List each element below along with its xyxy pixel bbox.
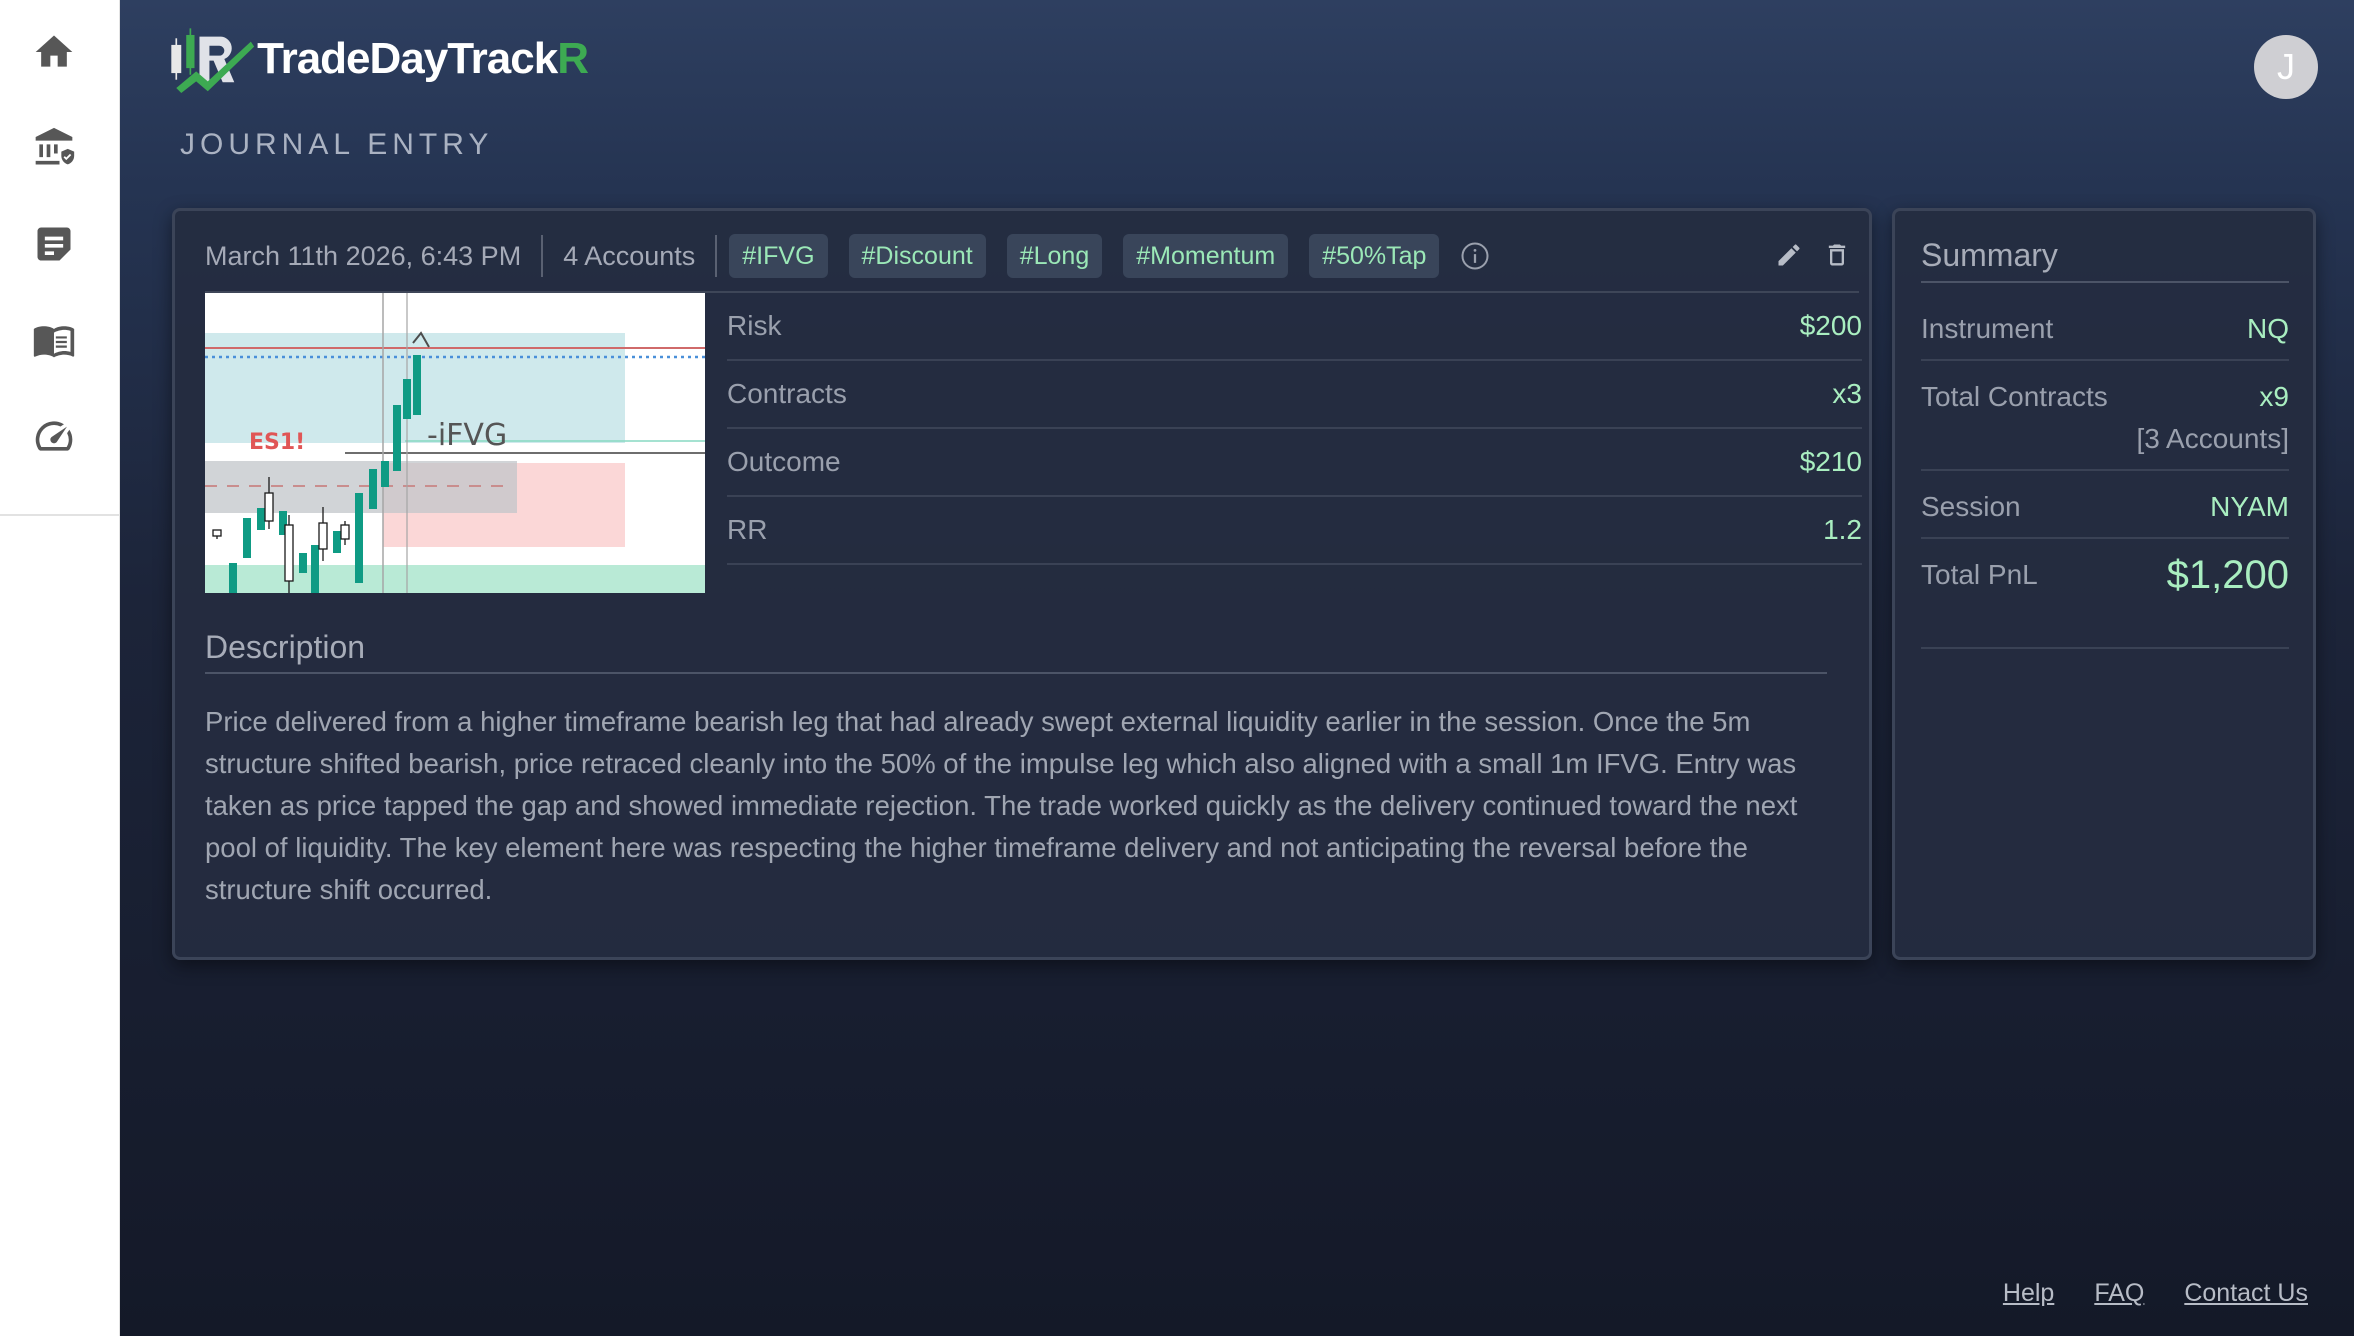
sidebar-nav bbox=[0, 0, 119, 516]
tag-list: #IFVG #Discount #Long #Momentum #50%Tap bbox=[729, 234, 1460, 278]
summary-label: Total PnL bbox=[1921, 559, 2038, 590]
metric-value: $210 bbox=[1799, 446, 1862, 477]
description-text: Price delivered from a higher timeframe … bbox=[205, 706, 1798, 905]
metric-value: $200 bbox=[1799, 310, 1862, 341]
metric-label: Risk bbox=[727, 310, 782, 341]
summary-value: x9 bbox=[2259, 381, 2289, 412]
summary-subvalue: [3 Accounts] bbox=[2136, 423, 2289, 454]
faq-link[interactable]: FAQ bbox=[2094, 1279, 2144, 1308]
summary-rows: Instrument NQ Total Contracts x9 [3 Acco… bbox=[1921, 293, 2289, 649]
metric-row-outcome: Outcome $210 bbox=[727, 429, 1862, 497]
tag-chip[interactable]: #IFVG bbox=[729, 234, 828, 278]
trade-screenshot[interactable]: ES1! -iFVG bbox=[205, 293, 705, 593]
delete-button[interactable] bbox=[1819, 237, 1855, 273]
notes-icon bbox=[37, 227, 71, 261]
book-icon bbox=[33, 326, 75, 358]
journal-entry-card: March 11th 2026, 6:43 PM 4 Accounts #IFV… bbox=[172, 208, 1872, 960]
pencil-icon bbox=[1778, 244, 1800, 266]
description-divider bbox=[205, 672, 1827, 674]
metric-row-risk: Risk $200 bbox=[727, 293, 1862, 361]
metric-label: Contracts bbox=[727, 378, 847, 409]
metric-value: x3 bbox=[1832, 378, 1862, 409]
chart-ifvg-label: -iFVG bbox=[427, 418, 507, 453]
metric-value: 1.2 bbox=[1823, 514, 1862, 545]
metric-row-contracts: Contracts x3 bbox=[727, 361, 1862, 429]
logo-mark-icon bbox=[171, 28, 255, 93]
page-title: JOURNAL ENTRY bbox=[180, 128, 494, 161]
tag-chip[interactable]: #Discount bbox=[848, 234, 986, 278]
summary-row-session: Session NYAM bbox=[1921, 471, 2289, 539]
avatar[interactable]: J bbox=[2254, 35, 2318, 99]
summary-row-contracts: Total Contracts x9 [3 Accounts] bbox=[1921, 361, 2289, 471]
summary-label: Total Contracts bbox=[1921, 381, 2108, 412]
home-icon bbox=[35, 35, 73, 67]
tag-chip[interactable]: #Momentum bbox=[1123, 234, 1289, 278]
edit-button[interactable] bbox=[1771, 237, 1807, 273]
speedometer-icon bbox=[35, 421, 73, 451]
sidebar-item-home[interactable] bbox=[24, 22, 84, 82]
footer-links: Help FAQ Contact Us bbox=[1963, 1279, 2308, 1308]
help-link[interactable]: Help bbox=[2003, 1279, 2054, 1308]
entry-header: March 11th 2026, 6:43 PM 4 Accounts #IFV… bbox=[205, 231, 1855, 281]
summary-value: NYAM bbox=[2210, 491, 2289, 522]
description-heading: Description bbox=[205, 629, 366, 665]
summary-row-instrument: Instrument NQ bbox=[1921, 293, 2289, 361]
logo-text: TradeDayTrackR bbox=[257, 34, 589, 83]
trade-metrics: Risk $200 Contracts x3 Outcome $210 RR 1… bbox=[727, 293, 1862, 565]
sidebar-item-dashboard[interactable] bbox=[24, 406, 84, 466]
sidebar bbox=[0, 0, 120, 1336]
summary-heading: Summary bbox=[1921, 237, 2058, 273]
trash-icon bbox=[1828, 244, 1846, 266]
tag-chip[interactable]: #Long bbox=[1006, 234, 1103, 278]
contact-link[interactable]: Contact Us bbox=[2184, 1279, 2308, 1308]
tag-chip[interactable]: #50%Tap bbox=[1309, 234, 1440, 278]
sidebar-item-accounts[interactable] bbox=[24, 118, 84, 178]
entry-date: March 11th 2026, 6:43 PM bbox=[205, 235, 544, 277]
info-icon[interactable] bbox=[1460, 241, 1490, 271]
metric-label: RR bbox=[727, 514, 768, 545]
entry-accounts[interactable]: 4 Accounts bbox=[543, 235, 718, 277]
sidebar-item-journal[interactable] bbox=[24, 214, 84, 274]
summary-value: NQ bbox=[2247, 313, 2289, 344]
bank-shield-icon bbox=[35, 127, 75, 165]
summary-label: Instrument bbox=[1921, 313, 2054, 344]
metric-row-rr: RR 1.2 bbox=[727, 497, 1862, 565]
chart-thumbnail-image: ES1! -iFVG bbox=[205, 293, 705, 593]
summary-pnl-value: $1,200 bbox=[2166, 553, 2289, 597]
entry-actions bbox=[1759, 237, 1855, 273]
summary-row-pnl: Total PnL $1,200 bbox=[1921, 539, 2289, 649]
main-area: TradeDayTrackR JOURNAL ENTRY J March 11t… bbox=[120, 0, 2354, 1336]
chart-symbol-label: ES1! bbox=[249, 430, 305, 455]
summary-label: Session bbox=[1921, 491, 2021, 522]
metric-label: Outcome bbox=[727, 446, 841, 477]
app-logo[interactable]: TradeDayTrackR bbox=[168, 16, 589, 102]
sidebar-item-playbook[interactable] bbox=[24, 310, 84, 370]
summary-divider bbox=[1921, 281, 2289, 283]
summary-card: Summary Instrument NQ Total Contracts x9… bbox=[1892, 208, 2316, 960]
